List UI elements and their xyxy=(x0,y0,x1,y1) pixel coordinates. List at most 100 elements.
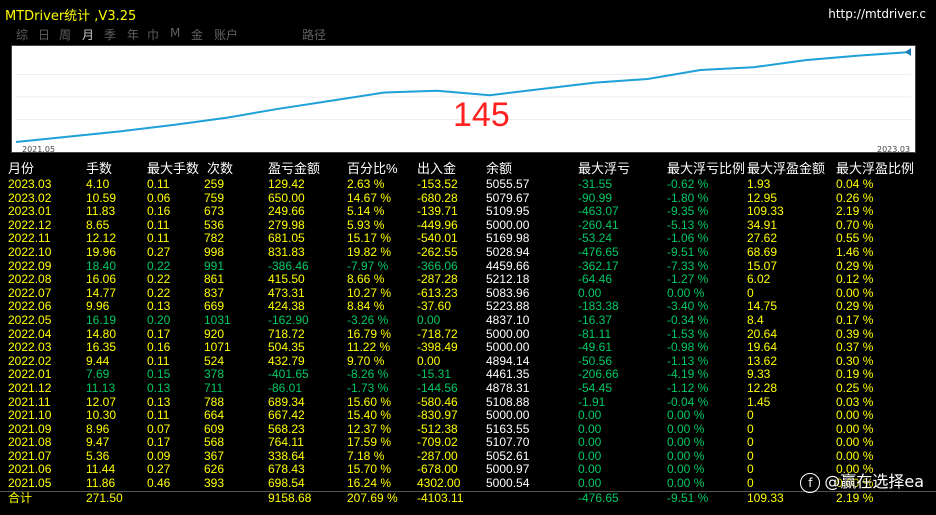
table-row[interactable]: 2021.11 12.07 0.13 788 689.34 15.60 % -580.46 5… xyxy=(0,394,936,410)
table-row[interactable]: 2023.01 11.83 0.16 673 249.66 5.14 % -139.71 51… xyxy=(0,205,936,219)
tab-1[interactable]: 日 xyxy=(38,26,50,43)
cell-pnl: 764.11 xyxy=(268,435,304,450)
tab-10[interactable]: 路径 xyxy=(302,26,326,43)
cell-max-floating-profit-pct: 0.00 % xyxy=(836,448,874,463)
cell-percent: -7.97 % xyxy=(347,258,389,273)
cell-cashflow: -580.46 xyxy=(417,394,458,409)
table-row[interactable]: 2022.01 7.69 0.15 378 -401.65 -8.26 % -15.31 44… xyxy=(0,368,936,382)
table-row[interactable]: 2022.07 14.77 0.22 837 473.31 10.27 % -613.23 5… xyxy=(0,285,936,301)
cell-max-floating-loss: -81.11 xyxy=(578,326,612,341)
tab-0[interactable]: 综 xyxy=(16,26,28,43)
cell-max-floating-loss-pct: 0.00 % xyxy=(667,408,705,423)
cell-max-floating-profit: 34.91 xyxy=(747,217,778,232)
header-max-floating-loss-pct[interactable]: 最大浮亏比例 xyxy=(667,159,745,178)
header-month[interactable]: 月份 xyxy=(8,159,34,178)
cell-max-floating-loss-pct: 0.00 % xyxy=(667,462,705,477)
tab-4[interactable]: 季 xyxy=(104,26,116,43)
cell-balance: 5108.88 xyxy=(486,394,530,409)
cell-max-floating-loss-pct: 0.00 % xyxy=(667,285,705,300)
table-row[interactable]: 2021.12 11.13 0.13 711 -86.01 -1.73 % -144.56 4… xyxy=(0,380,936,396)
table-row[interactable]: 2022.03 16.35 0.16 1071 504.35 11.22 % -398.49… xyxy=(0,341,936,355)
header-count[interactable]: 次数 xyxy=(207,159,233,178)
table-row[interactable]: 2022.02 9.44 0.11 524 432.79 9.70 % 0.00 4894.1… xyxy=(0,353,936,369)
cell-cashflow: -153.52 xyxy=(417,177,458,191)
table-row[interactable]: 2022.04 14.80 0.17 920 718.72 16.79 % -718.72 5… xyxy=(0,326,936,342)
header-max-floating-profit[interactable]: 最大浮盈金额 xyxy=(747,159,825,178)
table-row[interactable]: 2022.06 9.96 0.13 669 424.38 8.84 % -37.60 5223… xyxy=(0,300,936,314)
cell-lots: 12.07 xyxy=(86,394,117,409)
cell-percent: -3.26 % xyxy=(347,312,389,327)
cell-max-floating-loss: -362.17 xyxy=(578,258,619,273)
table-row[interactable]: 2021.05 11.86 0.46 393 698.54 16.24 % 4302.00 5… xyxy=(0,476,936,491)
cell-month: 2022.06 xyxy=(8,299,52,314)
cell-cashflow: 0.00 xyxy=(417,353,441,368)
total-cashflow: -4103.11 xyxy=(417,490,464,505)
table-row[interactable]: 2021.10 10.30 0.11 664 667.42 15.40 % -830.97 5… xyxy=(0,408,936,423)
table-row[interactable]: 2022.11 12.12 0.11 782 681.05 15.17 % -540.01 5… xyxy=(0,232,936,246)
header-pnl[interactable]: 盈亏金额 xyxy=(268,159,320,178)
header-max-floating-profit-pct[interactable]: 最大浮盈比例 xyxy=(836,159,914,178)
table-row[interactable]: 2022.05 16.19 0.20 1031 -162.90 -3.26 % 0.00 48… xyxy=(0,312,936,328)
table-row[interactable]: 2022.09 18.40 0.22 991 -386.46 -7.97 % -366.06… xyxy=(0,258,936,274)
table-row[interactable]: 2021.07 5.36 0.09 367 338.64 7.18 % -287.00 505… xyxy=(0,448,936,464)
cell-max-floating-loss-pct: -9.51 % xyxy=(667,244,709,259)
cell-max-floating-loss: -54.45 xyxy=(578,380,613,395)
tab-7[interactable]: M xyxy=(170,26,180,40)
table-row[interactable]: 2021.08 9.47 0.17 568 764.11 17.59 % -709.02 51… xyxy=(0,436,936,450)
header-max-lots[interactable]: 最大手数 xyxy=(147,159,199,178)
cell-lots: 18.40 xyxy=(86,258,117,273)
cell-max-lots: 0.20 xyxy=(147,312,171,327)
header-max-floating-loss[interactable]: 最大浮亏 xyxy=(578,159,630,178)
cell-month: 2022.12 xyxy=(8,217,52,232)
cell-percent: 14.67 % xyxy=(347,190,392,205)
cell-count: 669 xyxy=(204,299,225,314)
header-lots[interactable]: 手数 xyxy=(86,159,112,178)
tab-2[interactable]: 周 xyxy=(59,26,71,43)
tab-3[interactable]: 月 xyxy=(82,26,94,43)
cell-cashflow: -398.49 xyxy=(417,340,458,355)
tab-6[interactable]: 巾 xyxy=(147,26,159,43)
table-row[interactable]: 2023.02 10.59 0.06 759 650.00 14.67 % -680.28 5… xyxy=(0,190,936,206)
cell-cashflow: 0.00 xyxy=(417,312,441,327)
cell-max-floating-loss: -463.07 xyxy=(578,204,619,219)
table-row[interactable]: 2023.03 4.10 0.11 259 129.42 2.63 % -153.52 505… xyxy=(0,177,936,192)
cell-max-floating-profit: 12.95 xyxy=(747,190,778,205)
cell-count: 378 xyxy=(204,367,225,382)
tab-9[interactable]: 账户 xyxy=(214,26,238,43)
cell-max-floating-loss: -1.91 xyxy=(578,394,606,409)
cell-count: 920 xyxy=(204,326,225,341)
cell-percent: 16.24 % xyxy=(347,476,392,491)
cell-count: 393 xyxy=(204,476,225,491)
cell-cashflow: 4302.00 xyxy=(417,476,461,491)
title-bar: MTDriver统计 ,V3.25 http://mtdriver.c xyxy=(0,0,936,26)
table-row[interactable]: 2021.09 8.96 0.07 609 568.23 12.37 % -512.38 51… xyxy=(0,422,936,437)
header-balance[interactable]: 余额 xyxy=(486,159,512,178)
tab-5[interactable]: 年 xyxy=(127,26,139,43)
header-percent[interactable]: 百分比% xyxy=(347,159,398,178)
cell-cashflow: -37.60 xyxy=(417,299,452,314)
cell-max-floating-loss-pct: -1.13 % xyxy=(667,353,709,368)
cell-max-floating-profit: 0 xyxy=(747,476,754,491)
website-url[interactable]: http://mtdriver.c xyxy=(828,7,926,21)
cell-month: 2021.11 xyxy=(8,394,51,409)
tab-8[interactable]: 金 xyxy=(191,26,203,43)
cell-max-floating-loss-pct: -1.80 % xyxy=(667,190,709,205)
cell-max-floating-profit-pct: 0.39 % xyxy=(836,326,874,341)
table-row[interactable]: 2022.10 19.96 0.27 998 831.83 19.82 % -262.55 5… xyxy=(0,244,936,260)
table-row[interactable]: 2021.06 11.44 0.27 626 678.43 15.70 % -678.00 5… xyxy=(0,463,936,477)
table-row[interactable]: 2022.12 8.65 0.11 536 279.98 5.93 % -449.96 500… xyxy=(0,217,936,233)
cell-max-floating-loss-pct: -5.13 % xyxy=(667,217,709,232)
total-max-floating-profit: 109.33 xyxy=(747,490,784,505)
cell-max-floating-profit-pct: 0.55 % xyxy=(836,231,874,246)
cell-max-lots: 0.16 xyxy=(147,340,171,355)
cell-max-floating-loss: -183.38 xyxy=(578,299,619,314)
cell-max-lots: 0.09 xyxy=(147,448,171,463)
table-row[interactable]: 2022.08 16.06 0.22 861 415.50 8.66 % -287.28 52… xyxy=(0,273,936,287)
cell-month: 2022.07 xyxy=(8,285,52,300)
cell-month: 2022.08 xyxy=(8,272,52,287)
cell-max-floating-loss-pct: 0.00 % xyxy=(667,435,705,450)
cell-max-lots: 0.06 xyxy=(147,190,171,205)
header-cashflow[interactable]: 出入金 xyxy=(417,159,456,178)
cell-lots: 11.13 xyxy=(86,380,116,395)
cell-pnl: -86.01 xyxy=(268,380,303,395)
